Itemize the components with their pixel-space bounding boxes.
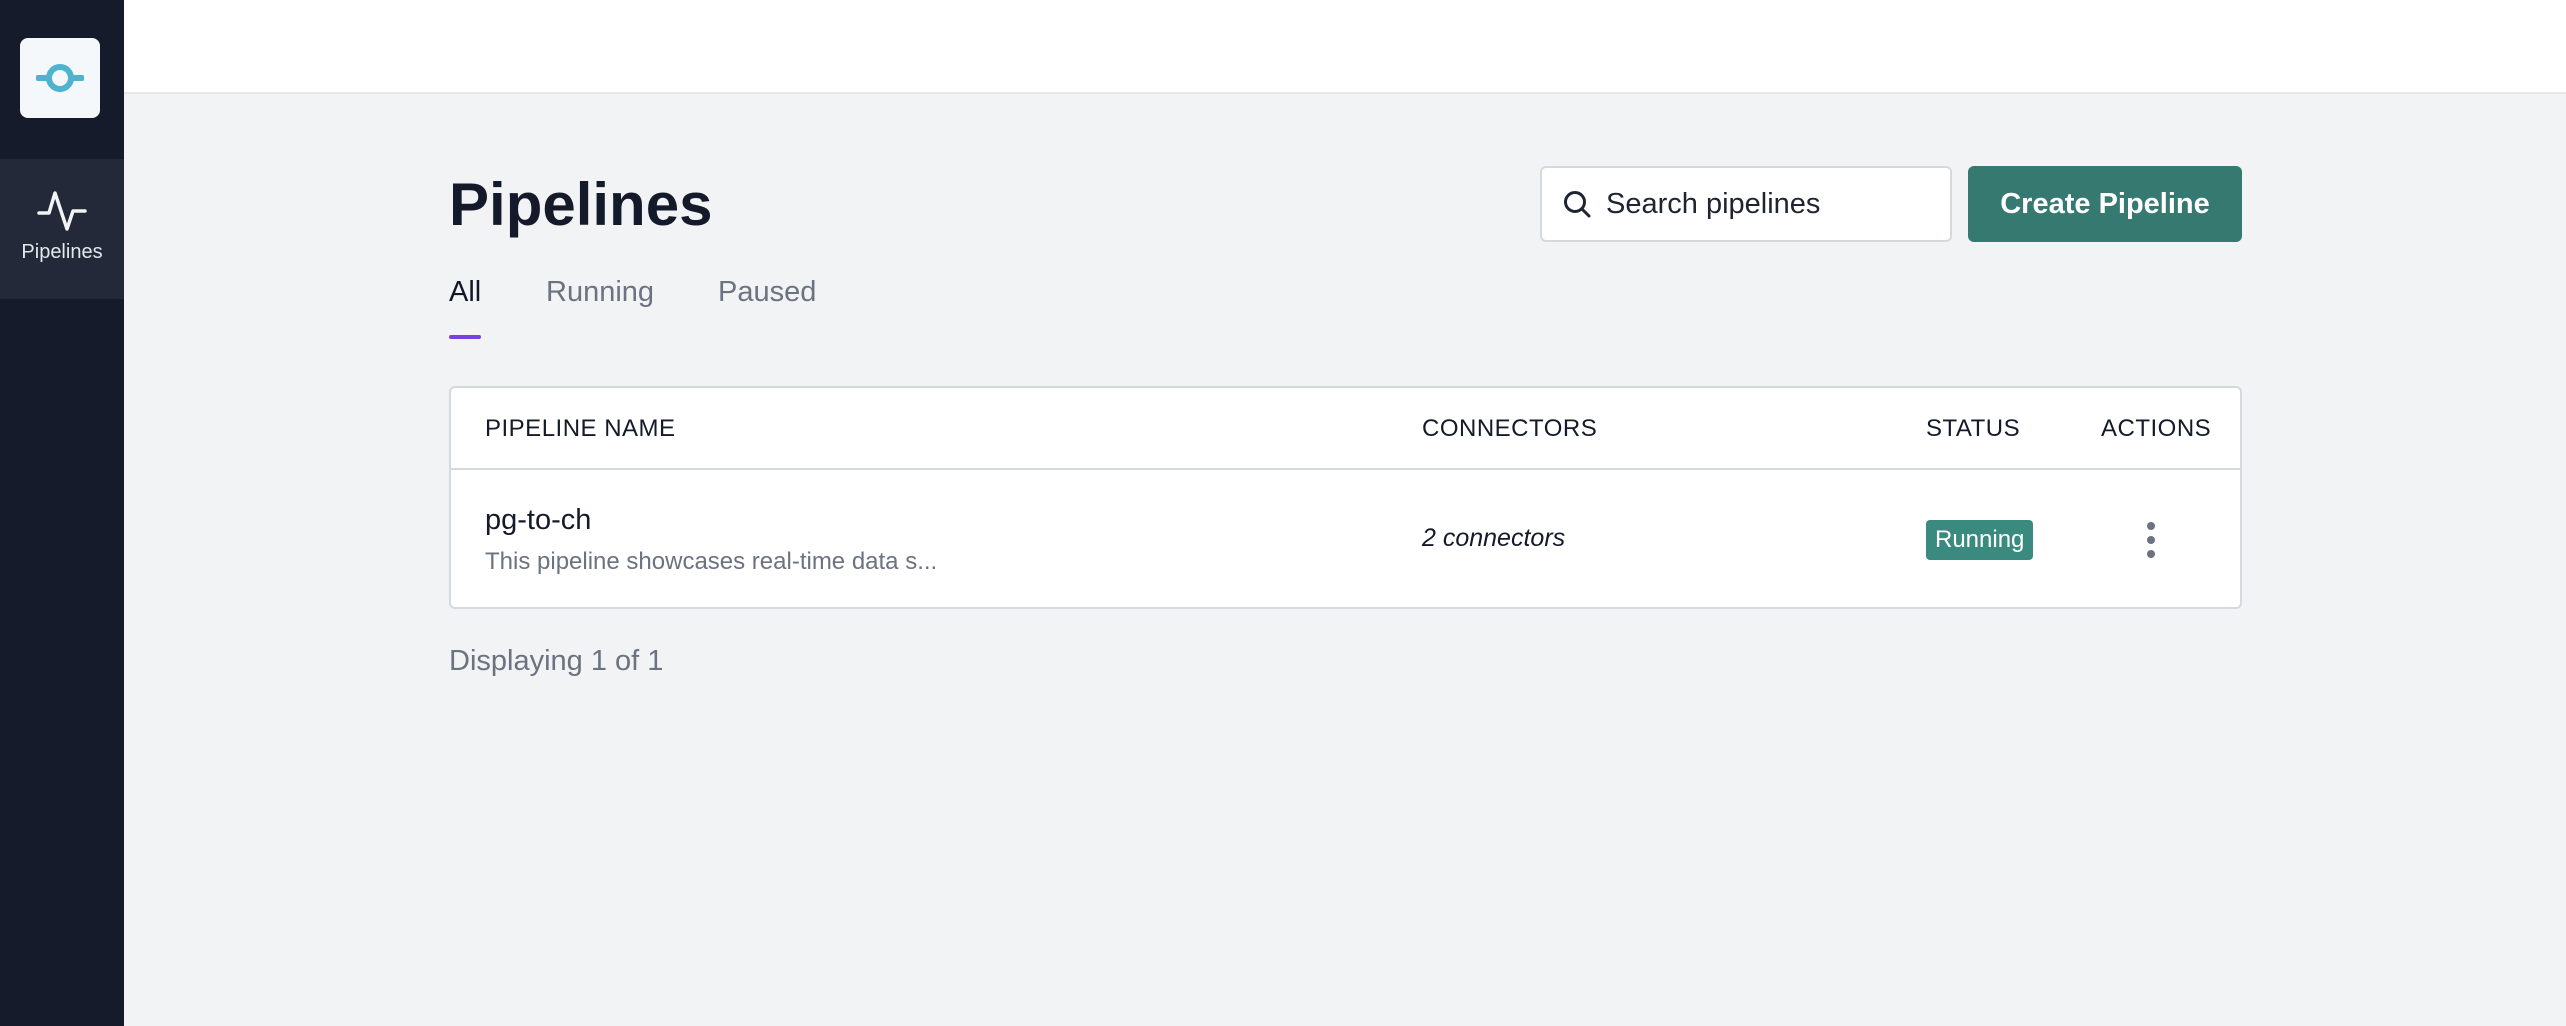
kebab-dot (2147, 550, 2155, 558)
pipelines-table: PIPELINE NAME CONNECTORS STATUS ACTIONS … (449, 386, 2242, 609)
kebab-dot (2147, 522, 2155, 530)
column-header-status: STATUS (1926, 415, 2021, 442)
table-row[interactable]: pg-to-ch This pipeline showcases real-ti… (451, 470, 2240, 606)
sidebar-item-label: Pipelines (21, 241, 103, 263)
column-header-actions: ACTIONS (2101, 415, 2212, 442)
tab-all[interactable]: All (449, 276, 482, 340)
pipeline-logo-icon (36, 64, 84, 92)
column-header-connectors: CONNECTORS (1422, 415, 1598, 442)
table-header: PIPELINE NAME CONNECTORS STATUS ACTIONS (451, 388, 2240, 470)
column-header-name: PIPELINE NAME (485, 415, 676, 442)
status-badge: Running (1926, 520, 2034, 560)
connectors-count: 2 connectors (1422, 524, 1566, 552)
more-vertical-icon[interactable] (2131, 510, 2171, 570)
create-pipeline-button[interactable]: Create Pipeline (1968, 166, 2242, 242)
search-input[interactable] (1606, 187, 1946, 221)
sidebar-item-pipelines[interactable]: Pipelines (0, 159, 124, 299)
pipeline-name[interactable]: pg-to-ch (485, 504, 591, 537)
tab-paused[interactable]: Paused (718, 276, 816, 340)
sidebar: Pipelines (0, 0, 124, 1026)
top-bar (124, 0, 2566, 94)
pipeline-description: This pipeline showcases real-time data s… (485, 548, 938, 575)
page-title: Pipelines (449, 171, 713, 238)
search-icon (1564, 191, 1591, 218)
pagination-count: Displaying 1 of 1 (449, 645, 664, 677)
kebab-dot (2147, 536, 2155, 544)
tab-running[interactable]: Running (546, 276, 654, 340)
search-box[interactable] (1540, 166, 1952, 242)
activity-pulse-icon (37, 191, 87, 231)
app-logo[interactable] (20, 38, 100, 118)
